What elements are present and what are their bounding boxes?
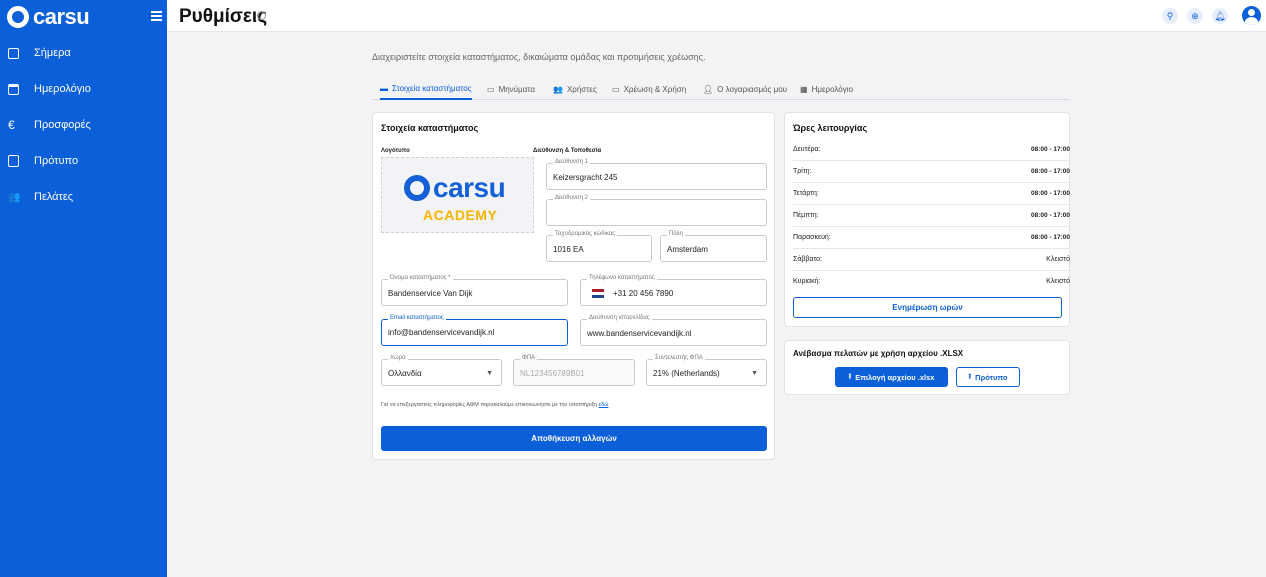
chevron-down-icon: ▼ bbox=[751, 370, 758, 377]
logo-upload[interactable]: carsu ACADEMY bbox=[381, 157, 534, 233]
tab-calendar[interactable]: ▦ Ημερολόγιο bbox=[800, 78, 853, 100]
calendar-today-icon bbox=[8, 47, 19, 59]
hours-row: Κυριακή: Κλειστό bbox=[793, 278, 1070, 285]
sidebar-item-calendar[interactable]: Ημερολόγιο bbox=[0, 74, 167, 104]
hours-row: Τρίτη: 08:00 - 17:00 bbox=[793, 161, 1070, 183]
update-hours-button[interactable]: Ενημέρωση ωρών bbox=[793, 297, 1062, 318]
settings-tabs: ▬ Στοιχεία καταστήματος ▭ Μηνύματα 👥 Χρή… bbox=[372, 78, 1069, 100]
sidebar: carsu Σήμερα Ημερολόγιο € Προσφορές Πρότ… bbox=[0, 0, 167, 577]
tab-label: Χρέωση & Χρήση bbox=[623, 84, 687, 94]
users-icon: 👥 bbox=[553, 84, 563, 94]
calendar-icon: ▦ bbox=[800, 84, 808, 94]
vat-note: Για να επεξεργαστείς πληροφορίες ΑΦΜ παρ… bbox=[381, 402, 609, 408]
page-title: Ρυθμίσεις bbox=[179, 6, 268, 27]
hours-row: Σάββατο: Κλειστό bbox=[793, 249, 1070, 271]
tab-messages[interactable]: ▭ Μηνύματα bbox=[487, 78, 535, 100]
tab-label: Στοιχεία καταστήματος bbox=[392, 83, 472, 93]
euro-icon: € bbox=[8, 117, 15, 132]
website-field[interactable]: Διεύθυνση ιστοσελίδας www.bandenservicev… bbox=[580, 315, 767, 346]
sidebar-item-label: Πρότυπο bbox=[34, 155, 79, 167]
clipboard-icon bbox=[8, 155, 19, 167]
card-title: Ώρες λειτουργίας bbox=[793, 123, 868, 133]
card-title: Στοιχεία καταστήματος bbox=[381, 123, 479, 133]
tab-my-account[interactable]: 👤︎ Ο λογαριασμός μου bbox=[703, 78, 787, 100]
person-icon: 👤︎ bbox=[703, 84, 714, 94]
search-icon[interactable]: ⚲ bbox=[1162, 8, 1178, 24]
tab-label: Μηνύματα bbox=[498, 84, 535, 94]
hours-row: Παρασκευή: 08:00 - 17:00 bbox=[793, 227, 1070, 249]
hours-row: Πέμπτη: 08:00 - 17:00 bbox=[793, 205, 1070, 227]
country-select[interactable]: Χώρα Ολλανδία ▼ bbox=[381, 355, 502, 386]
card-title: Ανέβασμα πελατών με χρήση αρχείου .XLSX bbox=[793, 349, 964, 358]
logo-word: carsu bbox=[433, 172, 506, 203]
logo-label: Λογότυπο bbox=[381, 148, 410, 154]
sidebar-item-customers[interactable]: 👥 Πελάτες bbox=[0, 182, 167, 212]
phone-field[interactable]: Τηλέφωνο καταστήματος +31 20 456 7890 bbox=[580, 275, 767, 306]
address-section-label: Διεύθυνση & Τοποθεσία bbox=[533, 148, 602, 154]
sidebar-item-label: Ημερολόγιο bbox=[34, 83, 91, 95]
avatar[interactable] bbox=[1242, 6, 1261, 25]
email-field[interactable]: Email καταστήματος info@bandenservicevan… bbox=[381, 315, 568, 346]
save-button[interactable]: Αποθήκευση αλλαγών bbox=[381, 426, 767, 451]
brand-logo[interactable]: carsu bbox=[7, 4, 90, 30]
logo-subtitle: ACADEMY bbox=[423, 207, 498, 223]
store-icon: ▬ bbox=[380, 83, 388, 93]
opening-hours-card: Ώρες λειτουργίας Δευτέρα: 08:00 - 17:00 … bbox=[784, 112, 1070, 327]
sidebar-item-offers[interactable]: € Προσφορές bbox=[0, 110, 167, 140]
sidebar-item-label: Σήμερα bbox=[34, 47, 71, 59]
support-link[interactable]: εδώ bbox=[599, 402, 609, 408]
chevron-down-icon: ▼ bbox=[486, 370, 493, 377]
store-name-field[interactable]: Όνομα καταστήματος * Bandenservice Van D… bbox=[381, 275, 568, 306]
city-field[interactable]: Πόλη Amsterdam bbox=[660, 231, 767, 262]
add-circle-icon[interactable]: ⊕ bbox=[1187, 8, 1203, 24]
sidebar-item-today[interactable]: Σήμερα bbox=[0, 38, 167, 68]
tab-label: Ημερολόγιο bbox=[811, 84, 853, 94]
page-subtitle: Διαχειριστείτε στοιχεία καταστήματος, δι… bbox=[372, 52, 706, 62]
hours-row: Τετάρτη: 08:00 - 17:00 bbox=[793, 183, 1070, 205]
upload-customers-card: Ανέβασμα πελατών με χρήση αρχείου .XLSX … bbox=[784, 340, 1070, 395]
postal-code-field[interactable]: Ταχυδρομικός κώδικας 1016 EA bbox=[546, 231, 652, 262]
netherlands-flag-icon[interactable] bbox=[592, 289, 604, 298]
tab-billing[interactable]: ▭ Χρέωση & Χρήση bbox=[612, 78, 686, 100]
sidebar-item-label: Προσφορές bbox=[34, 119, 91, 131]
vat-rate-select[interactable]: Συντελεστής ΦΠΑ 21% (Netherlands) ▼ bbox=[646, 355, 767, 386]
hours-row: Δευτέρα: 08:00 - 17:00 bbox=[793, 139, 1070, 161]
calendar-icon bbox=[8, 83, 19, 95]
tab-label: Ο λογαριασμός μου bbox=[717, 84, 788, 94]
vat-field[interactable]: ΦΠΑ NL123456789B01 bbox=[513, 355, 635, 386]
tab-users[interactable]: 👥 Χρήστες bbox=[553, 78, 597, 100]
template-button[interactable]: ⭱ Πρότυπο bbox=[956, 367, 1020, 387]
address1-field[interactable]: Διεύθυνση 1 Keizersgracht 245 bbox=[546, 159, 767, 190]
sidebar-item-label: Πελάτες bbox=[34, 191, 74, 203]
address2-field[interactable]: Διεύθυνση 2 bbox=[546, 195, 767, 226]
upload-icon: ⭱ bbox=[848, 371, 852, 381]
logo-ring-icon bbox=[7, 6, 29, 28]
sidebar-item-template[interactable]: Πρότυπο bbox=[0, 146, 167, 176]
tab-store-details[interactable]: ▬ Στοιχεία καταστήματος bbox=[380, 78, 472, 100]
help-icon[interactable]: ? bbox=[257, 11, 266, 20]
topbar: Ρυθμίσεις ? ⚲ ⊕ 🔔︎ bbox=[167, 0, 1266, 32]
brand-name: carsu bbox=[33, 4, 90, 29]
menu-icon[interactable] bbox=[151, 11, 162, 23]
download-icon: ⭱ bbox=[968, 371, 972, 381]
credit-card-icon: ▭ bbox=[612, 84, 620, 94]
tab-label: Χρήστες bbox=[566, 84, 597, 94]
store-details-card: Στοιχεία καταστήματος Λογότυπο Διεύθυνση… bbox=[372, 112, 775, 460]
bell-icon[interactable]: 🔔︎ bbox=[1212, 8, 1228, 24]
logo-ring-icon bbox=[404, 175, 430, 201]
choose-xlsx-button[interactable]: ⭱ Επιλογή αρχείου .xlsx bbox=[835, 367, 948, 387]
people-icon: 👥 bbox=[8, 191, 21, 203]
message-icon: ▭ bbox=[487, 84, 495, 94]
